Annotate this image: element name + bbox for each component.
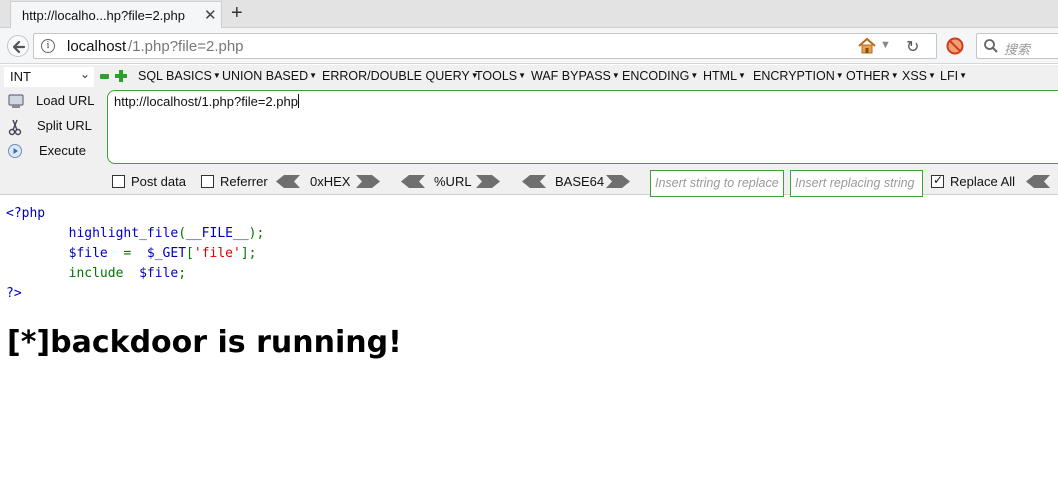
execute-button[interactable]: Execute <box>7 141 102 161</box>
hex-label: 0xHEX <box>310 174 351 189</box>
encode-hex-arrow-icon[interactable] <box>356 175 380 188</box>
replace-all-checkbox[interactable] <box>931 173 944 188</box>
options-row: Post data Referrer 0xHEX %URL BASE64 Ins… <box>0 168 1058 197</box>
php-source-code: <?php highlight_file(__FILE__); $file = … <box>6 204 264 304</box>
new-tab-button[interactable]: + <box>231 2 243 25</box>
back-arrow-icon <box>12 40 26 54</box>
address-bar[interactable]: i localhost /1.php?file=2.php ▼ ↻ <box>33 33 937 59</box>
back-button[interactable] <box>7 35 29 57</box>
menu-waf-bypass[interactable]: WAF BYPASS▼ <box>531 69 620 83</box>
browser-tab[interactable]: http://localho...hp?file=2.php ✕ <box>10 1 222 28</box>
split-url-button[interactable]: Split URL <box>7 116 102 136</box>
code-paren-open: ( <box>178 226 187 241</box>
replace-all-label: Replace All <box>950 174 1016 189</box>
menu-tools[interactable]: TOOLS▼ <box>475 69 526 83</box>
replacing-string-input[interactable]: Insert replacing string <box>790 170 923 197</box>
type-select-value: INT <box>10 69 31 84</box>
post-data-label: Post data <box>131 174 186 189</box>
play-icon <box>8 144 22 158</box>
load-url-icon <box>8 94 24 108</box>
text-cursor <box>297 94 299 108</box>
encode-base64-arrow-icon[interactable] <box>606 175 630 188</box>
blocker-icon[interactable] <box>946 37 964 55</box>
base64-label: BASE64 <box>555 174 605 189</box>
type-select[interactable]: INT ⌄ <box>4 67 94 87</box>
minus-icon[interactable] <box>100 74 109 79</box>
code-semicolon: ; <box>178 266 187 281</box>
tab-close-icon[interactable]: ✕ <box>204 6 217 24</box>
url-textarea[interactable]: http://localhost/1.php?file=2.php <box>107 90 1058 164</box>
navigation-bar: i localhost /1.php?file=2.php ▼ ↻ 搜索 <box>0 28 1058 64</box>
chevron-down-icon[interactable]: ▼ <box>880 39 891 51</box>
home-icon[interactable] <box>858 37 876 54</box>
plus-icon[interactable] <box>115 70 127 82</box>
tab-title: http://localho...hp?file=2.php <box>22 8 185 23</box>
load-url-button[interactable]: Load URL <box>7 91 102 111</box>
decode-url-arrow-icon[interactable] <box>401 175 425 188</box>
code-fn-arg: __FILE__ <box>186 226 249 241</box>
split-url-label: Split URL <box>37 118 92 133</box>
code-paren-close: ); <box>248 226 265 241</box>
url-textarea-value: http://localhost/1.php?file=2.php <box>114 94 298 109</box>
code-assign: = <box>123 246 132 261</box>
php-close-tag: ?> <box>6 286 22 301</box>
menu-encryption[interactable]: ENCRYPTION▼ <box>753 69 844 83</box>
hackbar-panel: INT ⌄ SQL BASICS▼ UNION BASED▼ ERROR/DOU… <box>0 65 1058 197</box>
replace-arrow-icon[interactable] <box>1026 175 1050 188</box>
search-icon <box>984 39 998 53</box>
menu-error-double-query[interactable]: ERROR/DOUBLE QUERY▼ <box>322 69 479 83</box>
decode-hex-arrow-icon[interactable] <box>276 175 300 188</box>
reload-icon[interactable]: ↻ <box>906 37 919 57</box>
search-placeholder: 搜索 <box>1004 42 1031 57</box>
url-path: /1.php?file=2.php <box>128 38 244 55</box>
menu-xss[interactable]: XSS▼ <box>902 69 936 83</box>
menu-sql-basics[interactable]: SQL BASICS▼ <box>138 69 221 83</box>
referrer-checkbox[interactable] <box>201 175 214 188</box>
post-data-checkbox[interactable] <box>112 175 125 188</box>
menu-union-based[interactable]: UNION BASED▼ <box>222 69 317 83</box>
menu-other[interactable]: OTHER▼ <box>846 69 899 83</box>
page-heading: [*]backdoor is running! <box>7 325 402 360</box>
search-input[interactable]: 搜索 <box>976 33 1058 59</box>
tab-strip: http://localho...hp?file=2.php ✕ + <box>0 0 1058 28</box>
encode-url-arrow-icon[interactable] <box>476 175 500 188</box>
decode-base64-arrow-icon[interactable] <box>522 175 546 188</box>
php-open-tag: <?php <box>6 206 46 221</box>
code-var-file: $file <box>68 246 108 261</box>
menu-encoding[interactable]: ENCODING▼ <box>622 69 698 83</box>
code-include-var: $file <box>139 266 179 281</box>
code-get-var: $_GET <box>146 246 187 261</box>
insert-string-input[interactable]: Insert string to replace <box>650 170 784 197</box>
code-bracket-open: [ <box>186 246 194 261</box>
referrer-label: Referrer <box>220 174 268 189</box>
code-fn-name: highlight_file <box>68 226 179 241</box>
url-host: localhost <box>67 38 127 55</box>
code-key: 'file' <box>193 246 241 261</box>
load-url-label: Load URL <box>36 93 95 108</box>
menu-lfi[interactable]: LFI▼ <box>940 69 967 83</box>
url-encode-label: %URL <box>434 174 472 189</box>
code-bracket-close: ]; <box>240 246 257 261</box>
info-icon[interactable]: i <box>41 39 55 53</box>
chevron-down-icon: ⌄ <box>80 67 91 81</box>
code-include-keyword: include <box>68 266 124 281</box>
menu-html[interactable]: HTML▼ <box>703 69 746 83</box>
scissors-icon <box>8 119 22 136</box>
execute-label: Execute <box>39 143 86 158</box>
